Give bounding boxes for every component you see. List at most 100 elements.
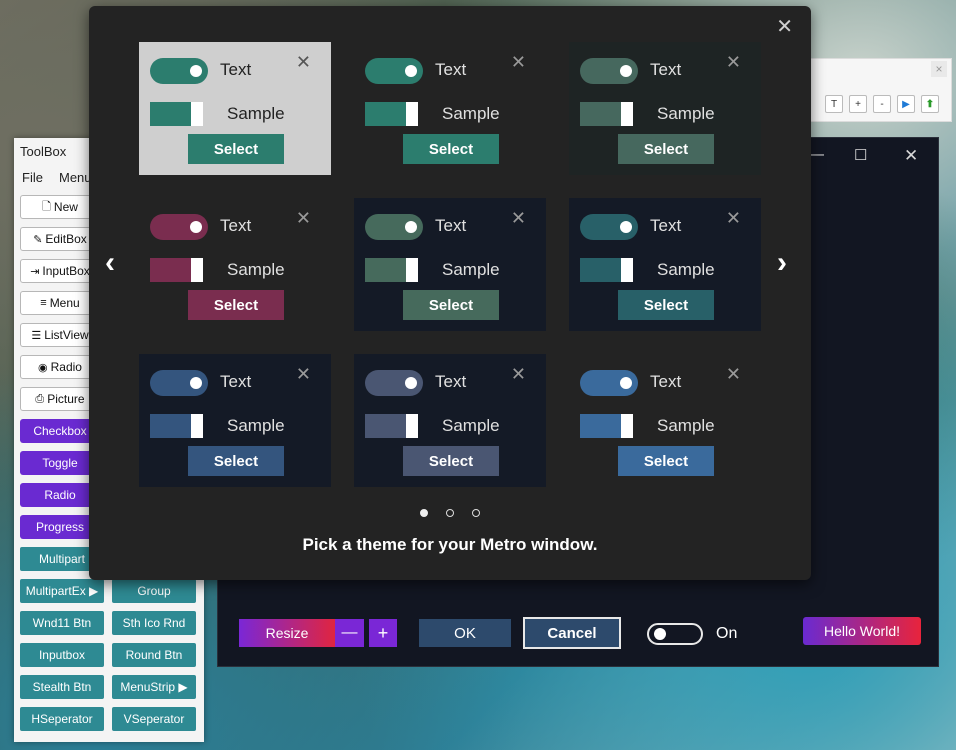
theme-picker-dialog: ✕ ‹ › Text ✕ Sample Select Text ✕ Sample Select… [89, 6, 811, 580]
theme-dark-teal-card[interactable]: Text ✕ Sample Select [354, 42, 546, 175]
toggle-text: Text [435, 216, 467, 235]
page-dot[interactable] [420, 509, 428, 517]
toolbox-stealth-btn-button[interactable]: Stealth Btn [20, 675, 104, 699]
toolbox-new-button[interactable]: 🗋 New [20, 195, 100, 219]
cancel-button[interactable]: Cancel [523, 617, 621, 649]
sample-label: Sample [442, 260, 500, 279]
toolbox-inputbox-button[interactable]: Inputbox [20, 643, 104, 667]
close-icon[interactable]: ✕ [726, 364, 741, 385]
plus-button[interactable]: + [369, 619, 397, 647]
theme-dark-blue-card[interactable]: Text ✕ Sample Select [569, 354, 761, 487]
theme-navy-blue-card[interactable]: Text ✕ Sample Select [139, 354, 331, 487]
toolbox-editbox-button[interactable]: ✎ EditBox [20, 227, 100, 251]
sample-progress-bar [150, 414, 203, 438]
theme-toggle[interactable] [365, 58, 423, 84]
select-theme-button[interactable]: Select [188, 446, 284, 476]
sample-label: Sample [657, 104, 715, 123]
maximize-icon[interactable]: ☐ [854, 146, 867, 164]
toolbox-hseperator-button[interactable]: HSeperator [20, 707, 104, 731]
select-theme-button[interactable]: Select [188, 134, 284, 164]
listview-icon: ☰ [31, 329, 42, 342]
close-icon[interactable]: ✕ [296, 52, 311, 73]
toolbox-menu-button[interactable]: ≡ Menu [20, 291, 100, 315]
hello-world-button[interactable]: Hello World! [803, 617, 921, 645]
select-theme-button[interactable]: Select [618, 290, 714, 320]
on-toggle[interactable] [647, 623, 703, 645]
theme-toggle[interactable] [580, 370, 638, 396]
theme-toggle[interactable] [580, 58, 638, 84]
close-icon[interactable]: ✕ [904, 146, 918, 166]
close-icon[interactable]: ✕ [726, 52, 741, 73]
sample-label: Sample [227, 104, 285, 123]
close-icon[interactable]: ✕ [511, 52, 526, 73]
page-indicator [89, 504, 811, 522]
next-arrow-icon[interactable]: › [777, 246, 787, 280]
close-icon[interactable]: ✕ [296, 364, 311, 385]
theme-toggle[interactable] [580, 214, 638, 240]
close-icon[interactable]: ✕ [511, 208, 526, 229]
sample-progress-bar [580, 414, 633, 438]
menu-menu[interactable]: Menu [59, 170, 92, 185]
toolbox-group-button[interactable]: Group [112, 579, 196, 603]
theme-toggle[interactable] [150, 58, 208, 84]
theme-toggle[interactable] [365, 214, 423, 240]
ok-button[interactable]: OK [419, 619, 511, 647]
select-theme-button[interactable]: Select [188, 290, 284, 320]
close-icon[interactable]: ✕ [776, 14, 793, 39]
theme-slate-green-card[interactable]: Text ✕ Sample Select [569, 42, 761, 175]
button-label: ListView [44, 328, 89, 342]
theme-light-teal-card[interactable]: Text ✕ Sample Select [139, 42, 331, 175]
toolbox-toggle-button[interactable]: Toggle [20, 451, 100, 475]
resize-button[interactable]: Resize [239, 619, 335, 647]
toolbox-multipartex-button[interactable]: MultipartEx ▶ [20, 579, 104, 603]
select-theme-button[interactable]: Select [403, 446, 499, 476]
toolbox-progress-button[interactable]: Progress [20, 515, 100, 539]
editbox-icon: ✎ [33, 233, 43, 246]
text-tool-button[interactable]: T [825, 95, 843, 113]
theme-toggle[interactable] [365, 370, 423, 396]
theme-navy-green-card[interactable]: Text ✕ Sample Select [354, 198, 546, 331]
select-theme-button[interactable]: Select [618, 134, 714, 164]
toolbox-vseperator-button[interactable]: VSeperator [112, 707, 196, 731]
button-label: Radio [50, 360, 82, 374]
progress-handle [191, 258, 203, 282]
page-dot[interactable] [446, 509, 454, 517]
play-icon[interactable]: ▶ [897, 95, 915, 113]
menu-file[interactable]: File [22, 170, 43, 185]
toolbox-title: ToolBox [20, 144, 67, 159]
toolbox-radio-button[interactable]: ◉ Radio [20, 355, 100, 379]
page-dot[interactable] [472, 509, 480, 517]
previous-arrow-icon[interactable]: ‹ [105, 246, 115, 280]
button-label: New [53, 200, 78, 214]
sample-progress-bar [580, 102, 633, 126]
toolbox-checkbox-button[interactable]: Checkbox [20, 419, 100, 443]
toolbox-listview-button[interactable]: ☰ ListView [20, 323, 100, 347]
toolbox-round-btn-button[interactable]: Round Btn [112, 643, 196, 667]
toolbox-radio-button[interactable]: Radio [20, 483, 100, 507]
select-theme-button[interactable]: Select [618, 446, 714, 476]
theme-toggle[interactable] [150, 214, 208, 240]
close-icon[interactable]: × [931, 61, 947, 77]
zoom-out-button[interactable]: - [873, 95, 891, 113]
progress-handle [406, 102, 418, 126]
theme-navy-slate-card[interactable]: Text ✕ Sample Select [354, 354, 546, 487]
button-label: Menu [49, 296, 80, 310]
minus-button[interactable]: — [335, 619, 364, 647]
close-icon[interactable]: ✕ [296, 208, 311, 229]
toolbox-picture-button[interactable]: ⎙ Picture [20, 387, 100, 411]
select-theme-button[interactable]: Select [403, 134, 499, 164]
toggle-knob [620, 221, 632, 233]
theme-toggle[interactable] [150, 370, 208, 396]
theme-navy-teal-card[interactable]: Text ✕ Sample Select [569, 198, 761, 331]
toolbox-sth-ico-rnd-button[interactable]: Sth Ico Rnd [112, 611, 196, 635]
upload-arrow-icon[interactable]: ⬆ [921, 95, 939, 113]
toolbox-menustrip-button[interactable]: MenuStrip ▶ [112, 675, 196, 699]
zoom-in-button[interactable]: + [849, 95, 867, 113]
close-icon[interactable]: ✕ [726, 208, 741, 229]
theme-dark-magenta-card[interactable]: Text ✕ Sample Select [139, 198, 331, 331]
close-icon[interactable]: ✕ [511, 364, 526, 385]
toolbox-wnd11-btn-button[interactable]: Wnd11 Btn [20, 611, 104, 635]
toolbox-inputbox-button[interactable]: ⇥ InputBox [20, 259, 100, 283]
progress-handle [406, 258, 418, 282]
select-theme-button[interactable]: Select [403, 290, 499, 320]
